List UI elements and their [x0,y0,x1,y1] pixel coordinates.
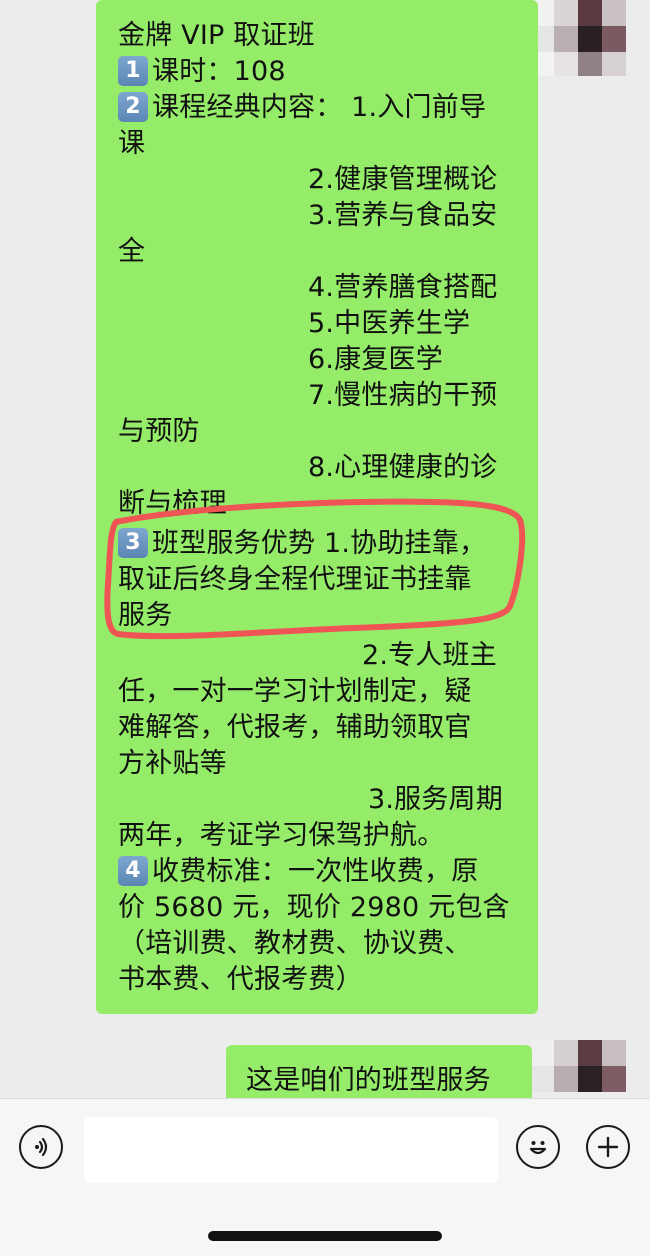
message-line: 取证后终身全程代理证书挂靠 [118,564,472,595]
message-line: （培训费、教材费、协议费、 [118,928,472,959]
home-indicator[interactable] [208,1231,442,1241]
emoji-button[interactable] [516,1125,560,1169]
message-line: 服务 [118,600,173,631]
message-line: 3.服务周期 [368,784,503,815]
keycap-three-icon: 3 [118,528,148,558]
message-line: 5.中医养生学 [308,308,471,339]
message-line: 4 收费标准：一次性收费，原 [118,854,478,890]
self-avatar[interactable] [530,1040,626,1098]
input-bar [0,1098,650,1256]
message-line: 全 [118,236,146,267]
keycap-two-icon: 2 [118,92,148,122]
message-input[interactable] [84,1117,498,1183]
message-line: 与预防 [118,416,200,447]
message-line: 书本费、代报考费） [118,964,363,995]
message-line: 3 班型服务优势 1.协助挂靠， [118,526,486,562]
keycap-one-icon: 1 [118,56,148,86]
message-line: 2 课程经典内容： 1.入门前导 [118,90,486,126]
message-line: 7.慢性病的干预 [308,380,498,411]
message-line: 断与梳理 [118,488,227,519]
message-line: 任，一对一学习计划制定，疑 [118,676,472,707]
message-line: 2.健康管理概论 [308,164,498,195]
plus-icon [597,1136,619,1158]
message-line: 两年，考证学习保驾护航。 [118,820,445,851]
message-line: 方补贴等 [118,748,227,779]
message-line: 3.营养与食品安 [308,200,498,231]
message-line: 金牌 VIP 取证班 [118,20,315,51]
message-line: 8.心理健康的诊 [308,452,498,483]
message-line: 6.康复医学 [308,344,443,375]
message-line: 2.专人班主 [362,640,497,671]
message-line: 1 课时：108 [118,54,286,90]
message-line: 课 [118,128,146,159]
voice-button[interactable] [19,1125,63,1169]
plus-button[interactable] [586,1125,630,1169]
message-line: 价 5680 元，现价 2980 元包含 [118,892,510,923]
keycap-four-icon: 4 [118,856,148,886]
emoji-icon [529,1141,547,1155]
voice-icon [35,1137,48,1157]
contact-avatar[interactable] [530,0,626,76]
message-line: 4.营养膳食搭配 [308,272,498,303]
message-line: 难解答，代报考，辅助领取官 [118,712,472,743]
reply-text: 这是咱们的班型服务 [246,1065,491,1096]
message-bubble[interactable]: 金牌 VIP 取证班 1 课时：108 2 课程经典内容： 1.入门前导 课 2.健… [96,0,538,1014]
